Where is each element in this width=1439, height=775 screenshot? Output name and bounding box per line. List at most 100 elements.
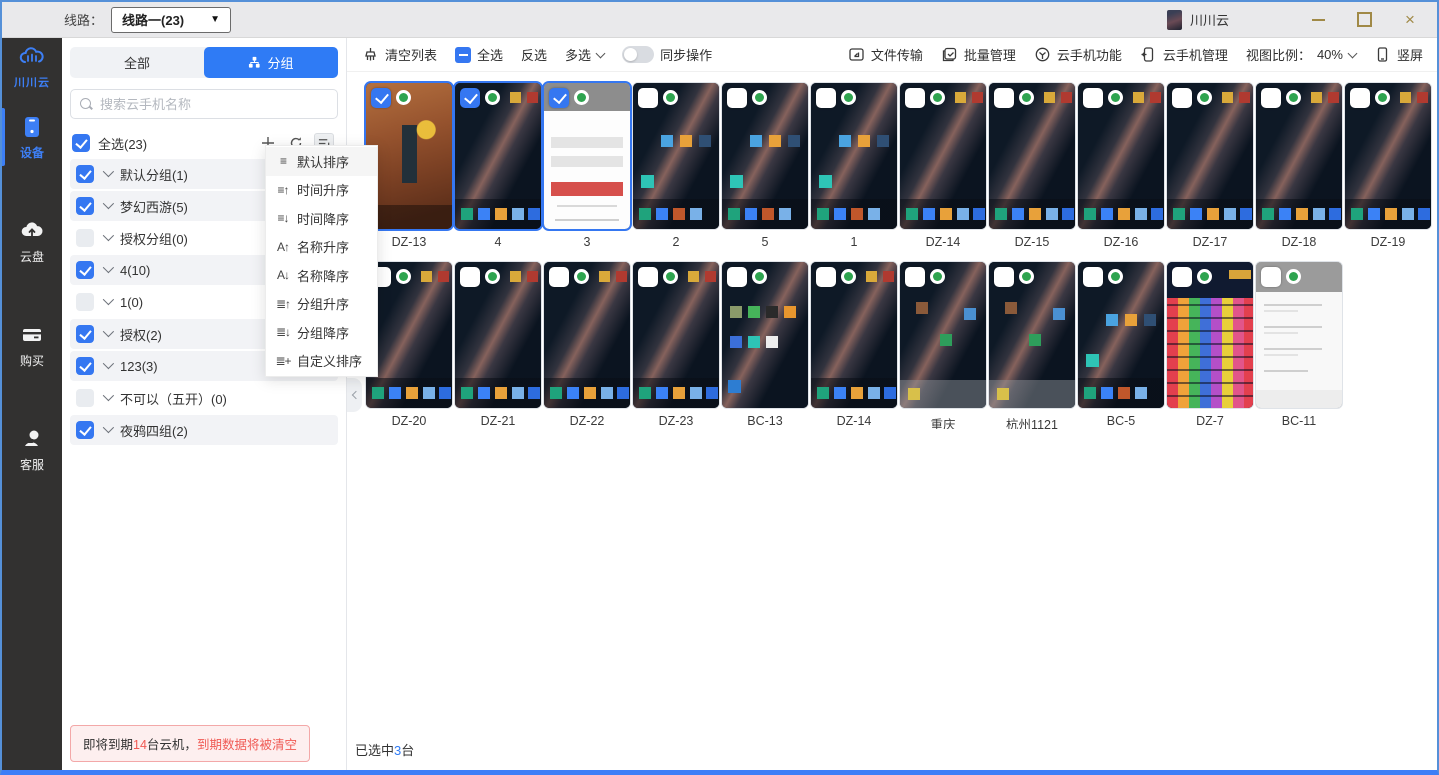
device-card[interactable]: 3 [543, 82, 631, 250]
portrait-button[interactable]: 竖屏 [1374, 45, 1423, 64]
device-checkbox[interactable] [638, 88, 658, 108]
sidebar-item-devices[interactable]: 设备 [2, 104, 62, 170]
group-checkbox[interactable] [76, 389, 94, 407]
device-card[interactable]: DZ-18 [1255, 82, 1343, 250]
device-thumbnail[interactable] [1255, 261, 1343, 409]
device-card[interactable]: DZ-13 [365, 82, 453, 250]
group-row[interactable]: 不可以（五开）(0) [70, 383, 338, 413]
device-checkbox[interactable] [905, 267, 925, 287]
invert-select-button[interactable]: 反选 [521, 45, 547, 64]
line-select-dropdown[interactable]: 线路一(23) ▼ [111, 7, 231, 33]
device-thumbnail[interactable] [1166, 82, 1254, 230]
device-checkbox[interactable] [727, 88, 747, 108]
device-checkbox[interactable] [1261, 267, 1281, 287]
device-card[interactable]: DZ-14 [810, 261, 898, 429]
clear-list-button[interactable]: 清空列表 [362, 45, 437, 64]
device-card[interactable]: DZ-23 [632, 261, 720, 429]
maximize-button[interactable] [1341, 2, 1387, 38]
device-card[interactable]: 杭州1121 [988, 261, 1076, 429]
group-checkbox[interactable] [76, 261, 94, 279]
panel-collapse-button[interactable] [347, 378, 362, 412]
device-thumbnail[interactable] [899, 261, 987, 409]
device-thumbnail[interactable] [543, 82, 631, 230]
sidebar-item-clouddisk[interactable]: 云盘 [2, 208, 62, 274]
device-thumbnail[interactable] [365, 261, 453, 409]
device-checkbox[interactable] [549, 267, 569, 287]
file-transfer-button[interactable]: 文件传输 [848, 45, 923, 64]
chevron-down-icon[interactable] [103, 357, 114, 368]
device-card[interactable]: DZ-15 [988, 82, 1076, 250]
device-checkbox[interactable] [1261, 88, 1281, 108]
device-card[interactable]: 重庆 [899, 261, 987, 429]
chevron-down-icon[interactable] [103, 325, 114, 336]
chevron-down-icon[interactable] [103, 197, 114, 208]
device-checkbox[interactable] [994, 267, 1014, 287]
select-all-indeterminate-checkbox[interactable] [455, 47, 471, 63]
sort-menu-item[interactable]: ≡↓ 时间降序 [266, 204, 377, 233]
device-checkbox[interactable] [1350, 88, 1370, 108]
device-thumbnail[interactable] [810, 82, 898, 230]
device-card[interactable]: DZ-22 [543, 261, 631, 429]
group-checkbox[interactable] [76, 165, 94, 183]
device-thumbnail[interactable] [632, 261, 720, 409]
device-card[interactable]: 5 [721, 82, 809, 250]
group-checkbox[interactable] [76, 197, 94, 215]
view-scale-control[interactable]: 视图比例： 40% [1246, 45, 1356, 64]
device-thumbnail[interactable] [454, 261, 542, 409]
device-card[interactable]: DZ-16 [1077, 82, 1165, 250]
sort-menu-item[interactable]: ≣↓ 分组降序 [266, 318, 377, 347]
device-thumbnail[interactable] [899, 82, 987, 230]
expiry-warning[interactable]: 即将到期14台云机，到期数据将被清空 [70, 725, 310, 762]
device-thumbnail[interactable] [988, 261, 1076, 409]
device-card[interactable]: 2 [632, 82, 720, 250]
cloud-manage-button[interactable]: 云手机管理 [1140, 45, 1228, 64]
sort-menu-item[interactable]: A↑ 名称升序 [266, 233, 377, 262]
device-checkbox[interactable] [460, 267, 480, 287]
sort-menu-item[interactable]: ≣+ 自定义排序 [266, 347, 377, 376]
close-button[interactable]: × [1387, 2, 1433, 38]
device-thumbnail[interactable] [632, 82, 720, 230]
sort-menu-item[interactable]: A↓ 名称降序 [266, 261, 377, 290]
device-checkbox[interactable] [816, 88, 836, 108]
cloud-functions-button[interactable]: 云手机功能 [1034, 45, 1122, 64]
sync-toggle[interactable] [622, 46, 654, 63]
device-checkbox[interactable] [994, 88, 1014, 108]
search-input[interactable] [100, 97, 328, 112]
device-card[interactable]: DZ-7 [1166, 261, 1254, 429]
device-thumbnail[interactable] [721, 82, 809, 230]
sort-menu-item[interactable]: ≣↑ 分组升序 [266, 290, 377, 319]
device-checkbox[interactable] [1083, 267, 1103, 287]
device-thumbnail[interactable] [543, 261, 631, 409]
sort-menu-item[interactable]: ≡↑ 时间升序 [266, 176, 377, 205]
group-row[interactable]: 夜鸦四组(2) [70, 415, 338, 445]
sidebar-item-purchase[interactable]: 购买 [2, 312, 62, 378]
device-thumbnail[interactable] [1255, 82, 1343, 230]
device-card[interactable]: DZ-17 [1166, 82, 1254, 250]
device-thumbnail[interactable] [1166, 261, 1254, 409]
chevron-down-icon[interactable] [103, 389, 114, 400]
device-thumbnail[interactable] [454, 82, 542, 230]
group-checkbox[interactable] [76, 357, 94, 375]
device-thumbnail[interactable] [721, 261, 809, 409]
device-thumbnail[interactable] [1077, 82, 1165, 230]
chevron-down-icon[interactable] [103, 165, 114, 176]
batch-manage-button[interactable]: 批量管理 [941, 45, 1016, 64]
group-checkbox[interactable] [76, 229, 94, 247]
device-card[interactable]: 4 [454, 82, 542, 250]
device-thumbnail[interactable] [810, 261, 898, 409]
device-card[interactable]: BC-5 [1077, 261, 1165, 429]
group-checkbox[interactable] [76, 293, 94, 311]
device-thumbnail[interactable] [988, 82, 1076, 230]
device-card[interactable]: 1 [810, 82, 898, 250]
select-all-toolbar[interactable]: 全选 [455, 45, 503, 64]
device-card[interactable]: DZ-21 [454, 261, 542, 429]
sort-menu-item[interactable]: ≡ 默认排序 [266, 147, 377, 176]
device-checkbox[interactable] [371, 88, 391, 108]
select-all-checkbox[interactable] [72, 134, 90, 152]
device-card[interactable]: BC-13 [721, 261, 809, 429]
device-checkbox[interactable] [549, 88, 569, 108]
device-card[interactable]: DZ-19 [1344, 82, 1432, 250]
device-checkbox[interactable] [1172, 267, 1192, 287]
device-checkbox[interactable] [638, 267, 658, 287]
device-checkbox[interactable] [1172, 88, 1192, 108]
